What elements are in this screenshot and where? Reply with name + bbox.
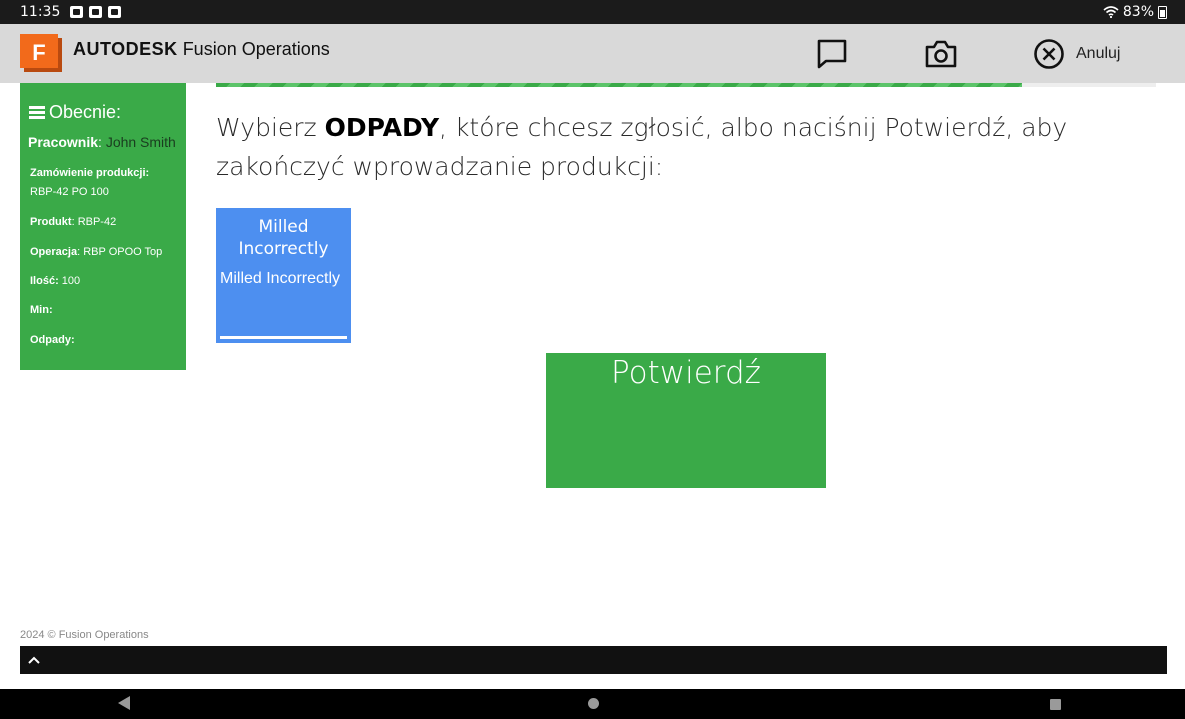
status-bar: 11:35 83% (0, 0, 1185, 24)
panel-title[interactable]: Obecnie: (29, 102, 121, 123)
min-label: Min: (30, 304, 53, 316)
waste-option-milled-incorrectly[interactable]: Milled Incorrectly Milled Incorrectly (216, 208, 351, 343)
app-header: F AUTODESK Fusion Operations Anuluj (0, 24, 1185, 83)
waste-option-subtitle: Milled Incorrectly (220, 270, 341, 287)
instruction-text: Wybierz ODPADY, które chcesz zgłosić, al… (216, 108, 1146, 186)
battery-percent: 83% (1122, 4, 1154, 20)
order-label: Zamówienie produkcji: (30, 167, 150, 179)
quantity-label: Ilość: (30, 275, 59, 287)
worker-row: Pracownik: John Smith (28, 134, 176, 150)
battery-icon (1158, 5, 1167, 19)
system-nav-bar (0, 689, 1185, 719)
status-right: 83% (1103, 4, 1167, 20)
prompt-emphasis: ODPADY (324, 113, 440, 142)
worker-label: Pracownik (28, 134, 99, 150)
order-value: RBP-42 PO 100 (30, 186, 109, 198)
nav-back-icon[interactable] (118, 696, 130, 710)
panel-title-label: Obecnie: (49, 102, 122, 122)
current-info-panel: Obecnie: Pracownik: John Smith Zamówieni… (20, 83, 186, 370)
status-time: 11:35 (20, 4, 61, 20)
app-icon (108, 6, 121, 18)
product-value: RBP-42 (77, 216, 117, 228)
chat-icon (817, 39, 847, 69)
media-icon (89, 6, 102, 18)
logo-letter: F (32, 40, 45, 65)
waste-row: Odpady: (30, 331, 75, 350)
waste-option-underline (220, 336, 347, 339)
waste-option-title: Milled Incorrectly (238, 217, 329, 259)
camera-button[interactable] (923, 36, 959, 72)
min-row: Min: (30, 301, 53, 320)
wifi-icon (1103, 6, 1119, 18)
product-label: Produkt (30, 216, 72, 228)
operation-value: RBP OPOO Top (83, 246, 163, 258)
app-brand: AUTODESK Fusion Operations (73, 39, 330, 60)
fusion-logo-icon: F (20, 34, 62, 72)
waste-label: Odpady: (30, 334, 75, 346)
progress-stripe (216, 83, 1022, 87)
order-row: Zamówienie produkcji: RBP-42 PO 100 (30, 164, 149, 202)
quantity-row: Ilość: 100 (30, 272, 80, 291)
stripe-track (1022, 83, 1156, 87)
nav-recents-icon[interactable] (1050, 699, 1061, 710)
chevron-up-icon[interactable] (26, 652, 42, 668)
prompt-start: Wybierz (216, 113, 325, 142)
camera-icon (925, 40, 957, 68)
operation-row: Operacja: RBP OPOO Top (30, 246, 163, 258)
notification-icons (70, 6, 121, 18)
comment-button[interactable] (815, 36, 849, 72)
confirm-label: Potwierdź (611, 355, 761, 391)
confirm-button[interactable]: Potwierdź (546, 353, 826, 488)
menu-icon (29, 106, 45, 119)
footer-bar (20, 646, 1167, 674)
nav-home-icon[interactable] (588, 698, 599, 709)
cancel-circle-icon (1034, 39, 1064, 69)
operation-label: Operacja (30, 246, 78, 258)
quantity-value: 100 (61, 275, 81, 287)
brand-product: Fusion Operations (177, 39, 330, 59)
product-row: Produkt: RBP-42 (30, 216, 117, 228)
cancel-button[interactable]: Anuluj (1032, 36, 1120, 72)
copyright-text: 2024 © Fusion Operations (20, 629, 149, 641)
brand-autodesk: AUTODESK (73, 39, 178, 59)
cancel-label: Anuluj (1076, 45, 1121, 62)
worker-value: John Smith (105, 134, 176, 150)
gallery-icon (70, 6, 83, 18)
